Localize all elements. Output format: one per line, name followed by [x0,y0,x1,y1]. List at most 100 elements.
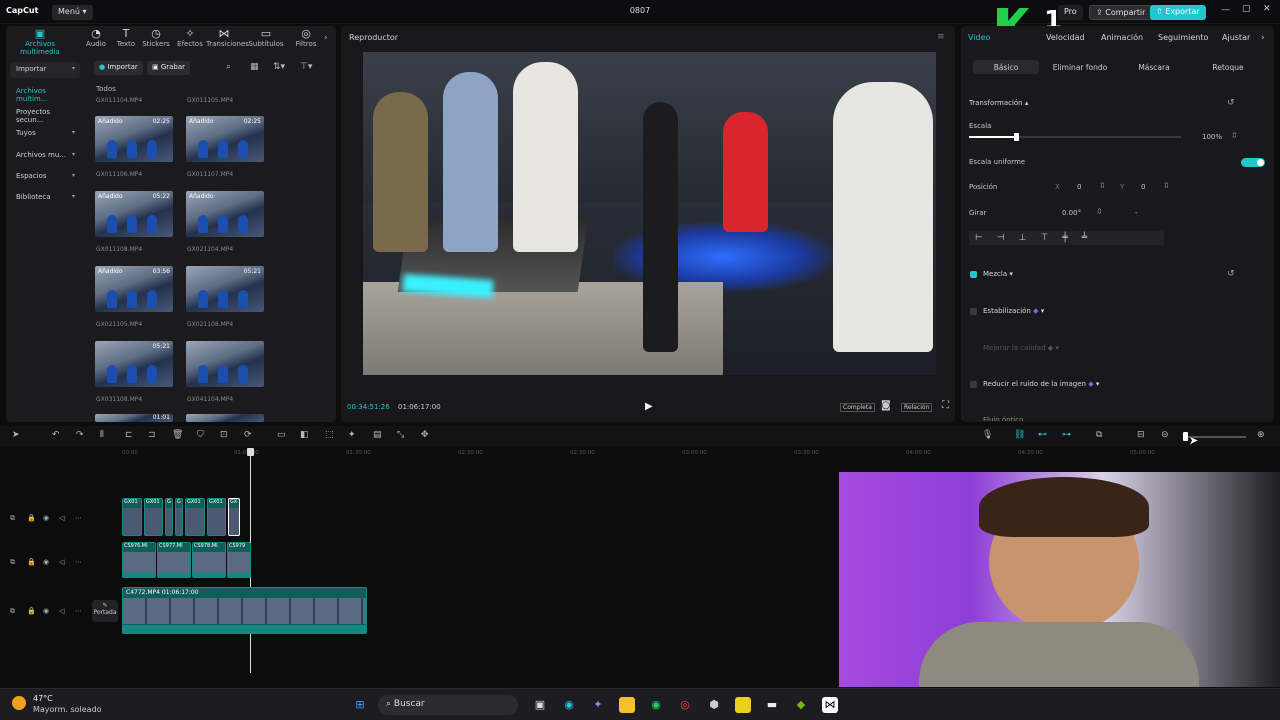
audio-toggle-icon[interactable]: ◁ [59,607,64,615]
minimize-icon[interactable]: — [1221,5,1230,15]
pos-x-stepper-icon[interactable]: ⇳ [1099,181,1106,190]
pos-x-value[interactable]: 0 [1077,183,1081,191]
subtitle-track-icon[interactable]: ▤ [373,430,382,440]
pro-button[interactable]: Pro [1058,5,1083,20]
tool-sticker[interactable]: ◷ Stickers [138,28,174,49]
sidebar-item[interactable]: Importar ▾ [10,62,80,78]
fullscreen-icon[interactable]: ⛶ [942,400,949,411]
crop-icon[interactable]: ⊡ [220,430,228,440]
more-tools-icon[interactable]: ✥ [421,430,429,440]
scale-slider-knob[interactable] [1013,133,1019,141]
stabilization-checkbox[interactable] [970,308,977,315]
capcut-taskbar-icon[interactable]: ⋈ [822,697,838,713]
lock-icon[interactable]: 🔒 [27,558,36,566]
redo-icon[interactable]: ↷ [76,430,84,440]
stabilization-label[interactable]: Estabilización ◆ ▾ [983,307,1044,315]
shield-icon[interactable]: ⛉ [197,430,204,440]
windows-start-icon[interactable]: ⊞ [352,697,368,713]
tool-transitions[interactable]: ⋈ Transiciones [206,28,249,49]
freeze-icon[interactable]: ▭ [277,430,286,440]
video-clip[interactable]: GX01 [185,498,205,536]
toolbar-more-icon[interactable]: › [324,33,328,43]
video-clip[interactable]: CS978.MI [192,542,226,578]
tool-media[interactable]: ▣ Archivos multimedia [8,28,72,57]
full-quality-button[interactable]: Completa [840,403,875,412]
delete-icon[interactable]: 🗑 [172,430,183,440]
close-icon[interactable]: ✕ [1263,4,1271,14]
fit-icon[interactable]: ⬚ [325,430,334,440]
notes-icon[interactable] [735,697,751,713]
task-view-icon[interactable]: ▣ [532,697,548,713]
tool-filters[interactable]: ◎ Filtros [288,28,324,49]
maximize-icon[interactable]: ▢ [1242,4,1251,14]
spotify-icon[interactable]: ◉ [648,697,664,713]
sidebar-item[interactable]: Archivos multim... [10,84,80,103]
player-menu-icon[interactable]: ≡ [937,32,945,42]
media-thumbnail[interactable]: Añadido [186,191,264,237]
scale-stepper-icon[interactable]: ⇳ [1231,131,1238,140]
lock-icon[interactable]: 🔒 [27,607,36,615]
split-left-icon[interactable]: ⊏ [125,430,133,440]
optical-flow-label[interactable]: Flujo óptico [983,416,1023,421]
blend-checkbox[interactable] [970,271,977,278]
caption-icon[interactable]: ⊟ [1137,430,1145,440]
tabs-more-icon[interactable]: › [1261,33,1265,43]
pos-y-stepper-icon[interactable]: ⇳ [1163,181,1170,190]
main-track-clip[interactable]: C4772.MP4 01:06:17:00 [122,587,367,634]
magnet-icon[interactable]: ⊷ [1038,430,1047,440]
sidebar-item[interactable]: Archivos mu... ▾ [10,148,80,164]
media-thumbnail[interactable] [186,341,264,387]
video-clip[interactable]: CS977.MI [157,542,191,578]
tab-1[interactable]: Velocidad [1046,33,1085,42]
select-icon[interactable]: ➤ [12,430,20,440]
video-clip[interactable]: GX01 [122,498,142,536]
zoom-in-icon[interactable]: ⊕ [1257,430,1265,440]
copilot-icon[interactable]: ✦ [590,697,606,713]
edge-icon[interactable]: ◉ [561,697,577,713]
track-layer-icon[interactable]: ⧉ [10,607,15,616]
sidebar-item[interactable]: Espacios ▾ [10,169,80,185]
video-clip[interactable]: GX01 [207,498,226,536]
lock-icon[interactable]: 🔒 [27,514,36,522]
audio-toggle-icon[interactable]: ◁ [59,558,64,566]
terminal-icon[interactable]: ▬ [764,697,780,713]
sidebar-item[interactable]: Biblioteca ▾ [10,190,80,206]
eye-icon[interactable]: ◉ [43,607,49,615]
blend-label[interactable]: Mezcla ▾ [983,270,1013,278]
media-thumbnail[interactable]: Añadido 02:25 [186,116,264,162]
more-icon[interactable]: ⋯ [75,607,82,615]
rotate-value[interactable]: 0.00° [1062,209,1081,217]
snap-icon[interactable]: ⊶ [1062,430,1071,440]
video-clip[interactable]: G [175,498,183,536]
media-thumbnail[interactable]: Añadido 05:22 [95,191,173,237]
media-thumbnail[interactable]: 01:01 [95,414,173,422]
chrome-icon[interactable]: ◎ [677,697,693,713]
sidebar-item[interactable]: Tuyos ▾ [10,126,80,142]
track-layer-icon[interactable]: ⧉ [10,514,15,523]
sort-icon[interactable]: ⇅▾ [273,62,285,72]
import-button[interactable]: ● Importar [94,61,143,75]
scale-value[interactable]: 100% [1202,133,1222,141]
sidebar-item[interactable]: Proyectos secun... [10,105,80,124]
tool-effects[interactable]: ✧ Efectos [172,28,208,49]
video-preview[interactable] [363,52,936,375]
split-icon[interactable]: ⫴ [100,430,104,440]
eye-icon[interactable]: ◉ [43,558,49,566]
cover-button[interactable]: ✎ Portada [92,600,118,622]
grid-view-icon[interactable]: ▦ [250,62,259,72]
noise-label[interactable]: Reducir el ruido de la imagen ◆ ▾ [983,380,1099,388]
mirror-icon[interactable]: ◧ [300,430,309,440]
rotate-icon[interactable]: ⟳ [244,430,252,440]
resize-icon[interactable]: ⤡ [397,430,404,440]
search-icon[interactable]: ⌕ [226,62,231,72]
subtab-3[interactable]: Retoque [1198,63,1258,72]
subtab-1[interactable]: Eliminar fondo [1045,63,1115,72]
tab-4[interactable]: Ajustar [1222,33,1250,42]
file-explorer-icon[interactable] [619,697,635,713]
media-thumbnail[interactable]: 05:21 [95,341,173,387]
playhead-handle[interactable] [247,448,254,456]
rotate-stepper-icon[interactable]: ⇳ [1096,207,1103,216]
media-thumbnail[interactable]: 05:21 [186,266,264,312]
reset-icon[interactable]: ↺ [1227,98,1235,108]
tab-0[interactable]: Video [968,33,990,42]
